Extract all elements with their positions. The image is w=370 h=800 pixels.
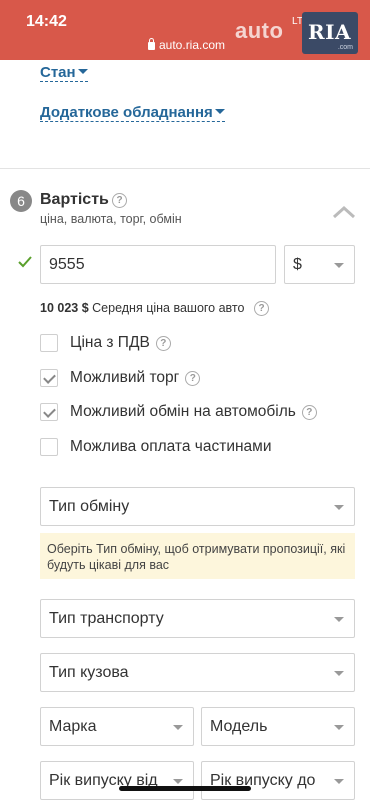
transport-type-select[interactable]: Тип транспорту: [40, 599, 355, 638]
address-bar-url: auto.ria.com: [159, 38, 226, 52]
chevron-down-icon: [173, 778, 183, 784]
browser-top-bar: 14:42 auto LTE auto.ria.com RIA .com: [0, 0, 370, 60]
chevron-down-icon: [214, 108, 225, 114]
installments-label: Можлива оплата частинами: [70, 438, 272, 455]
transport-type-placeholder: Тип транспорту: [49, 609, 164, 627]
help-icon[interactable]: ?: [254, 301, 269, 316]
option-installments[interactable]: Можлива оплата частинами: [40, 438, 271, 456]
bargain-label: Можливий торг: [70, 369, 180, 386]
address-bar[interactable]: auto.ria.com: [148, 38, 225, 52]
equipment-link-label: Додаткове обладнання: [40, 104, 213, 121]
help-icon[interactable]: ?: [155, 335, 171, 351]
equipment-dropdown-link[interactable]: Додаткове обладнання: [40, 104, 225, 122]
chevron-down-icon: [334, 724, 344, 730]
year-to-select[interactable]: Рік випуску до: [201, 761, 355, 800]
step-number-badge: 6: [10, 190, 32, 212]
option-vat-price[interactable]: Ціна з ПДВ ?: [40, 334, 171, 352]
chevron-down-icon: [334, 616, 344, 622]
section-subtitle: ціна, валюта, торг, обмін: [40, 212, 182, 226]
help-icon[interactable]: ?: [185, 370, 201, 386]
home-indicator[interactable]: [119, 786, 251, 791]
model-select[interactable]: Модель: [201, 707, 355, 746]
vat-price-label: Ціна з ПДВ: [70, 334, 150, 351]
lock-icon: [148, 38, 155, 50]
make-placeholder: Марка: [49, 717, 97, 735]
vat-price-checkbox[interactable]: [40, 334, 58, 352]
option-bargain[interactable]: Можливий торг ?: [40, 369, 201, 387]
chevron-up-icon[interactable]: [331, 204, 357, 220]
make-select[interactable]: Марка: [40, 707, 194, 746]
year-from-select[interactable]: Рік випуску від: [40, 761, 194, 800]
chevron-down-icon: [334, 262, 344, 268]
exchange-type-select[interactable]: Тип обміну: [40, 487, 355, 526]
average-price-amount: 10 023 $: [40, 301, 89, 315]
state-dropdown-link[interactable]: Стан: [40, 64, 88, 82]
ria-logo-text: RIA: [308, 20, 351, 44]
model-placeholder: Модель: [210, 717, 268, 735]
average-price-label: Середня ціна вашого авто: [92, 301, 245, 315]
chevron-down-icon: [334, 670, 344, 676]
ria-logo-domain: .com: [337, 44, 353, 51]
exchange-label: Можливий обмін на автомобіль: [70, 403, 296, 420]
price-input[interactable]: 9555: [40, 245, 276, 284]
site-brand-text: auto: [235, 18, 284, 43]
body-type-select[interactable]: Тип кузова: [40, 653, 355, 692]
option-exchange[interactable]: Можливий обмін на автомобіль ?: [40, 403, 317, 421]
exchange-checkbox[interactable]: [40, 403, 58, 421]
chevron-down-icon: [334, 504, 344, 510]
exchange-type-placeholder: Тип обміну: [49, 497, 130, 515]
currency-select[interactable]: $: [284, 245, 355, 284]
state-link-label: Стан: [40, 64, 76, 81]
installments-checkbox[interactable]: [40, 438, 58, 456]
chevron-down-icon: [334, 778, 344, 784]
chevron-down-icon: [173, 724, 183, 730]
exchange-hint: Оберіть Тип обміну, щоб отримувати пропо…: [40, 533, 355, 579]
average-price-note: 10 023 $ Середня ціна вашого авто: [40, 301, 244, 315]
status-time: 14:42: [26, 13, 67, 30]
valid-check-icon: [18, 256, 32, 268]
currency-value: $: [293, 255, 302, 273]
body-type-placeholder: Тип кузова: [49, 663, 129, 681]
chevron-down-icon: [77, 68, 88, 74]
ria-logo[interactable]: RIA .com: [302, 12, 358, 54]
help-icon[interactable]: ?: [301, 404, 317, 420]
section-title: Вартість: [40, 191, 109, 208]
section-divider: [0, 168, 370, 169]
bargain-checkbox[interactable]: [40, 369, 58, 387]
help-icon[interactable]: ?: [112, 193, 127, 208]
